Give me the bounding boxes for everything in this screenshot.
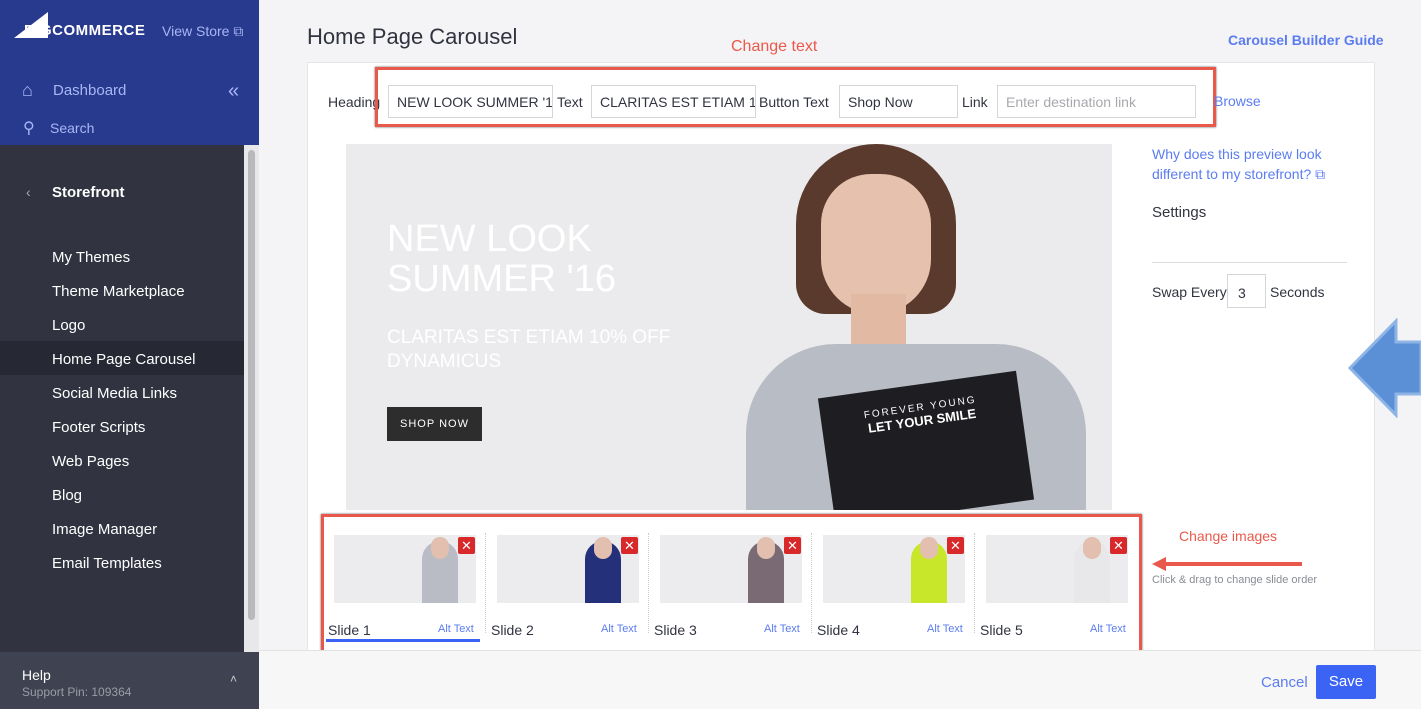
link-label: Link: [962, 94, 988, 110]
preview-difference-link[interactable]: Why does this preview look different to …: [1152, 144, 1342, 184]
alt-text-link[interactable]: Alt Text: [601, 623, 637, 635]
alt-text-link[interactable]: Alt Text: [764, 623, 800, 635]
slide-3[interactable]: ✕ Slide 3 Alt Text: [652, 523, 812, 645]
help-label: Help: [22, 667, 51, 683]
thumbnail-face: [431, 537, 449, 559]
settings-heading: Settings: [1152, 204, 1207, 221]
slide-title: Slide 1: [328, 622, 371, 638]
slide-divider: [648, 533, 649, 633]
save-button[interactable]: Save: [1316, 665, 1376, 699]
chevron-up-icon[interactable]: ˄: [230, 672, 237, 686]
sidebar-item-logo[interactable]: Logo: [52, 317, 85, 334]
thumbnail-face: [594, 537, 612, 559]
arrow-left-annotation-icon: [1348, 318, 1421, 418]
search-link[interactable]: Search: [50, 120, 94, 136]
swap-every-label: Swap Every: [1152, 284, 1227, 300]
search-icon: ⚲: [23, 120, 35, 137]
preview-shop-now-button: SHOP NOW: [387, 407, 482, 441]
view-store-label: View Store: [162, 23, 230, 39]
slide-1[interactable]: ✕ Slide 1 Alt Text: [326, 523, 486, 645]
change-text-annotation: Change text: [731, 38, 818, 55]
slide-thumbnail[interactable]: [823, 535, 965, 603]
slide-4[interactable]: ✕ Slide 4 Alt Text: [815, 523, 975, 645]
model-face: [821, 174, 931, 314]
external-link-icon: ⧉: [233, 23, 244, 39]
swap-seconds-input[interactable]: 3: [1227, 274, 1266, 308]
thumbnail-face: [1083, 537, 1101, 559]
cancel-button[interactable]: Cancel: [1261, 674, 1308, 691]
seconds-label: Seconds: [1270, 284, 1325, 300]
dashboard-link[interactable]: Dashboard: [53, 82, 126, 99]
remove-slide-icon[interactable]: ✕: [784, 537, 801, 554]
storefront-section[interactable]: Storefront: [52, 184, 125, 201]
thumbnail-face: [757, 537, 775, 559]
preview-text: CLARITAS EST ETIAM 10% OFF DYNAMICUS: [387, 327, 671, 372]
carousel-preview: NEW LOOK SUMMER '16 CLARITAS EST ETIAM 1…: [346, 144, 1112, 510]
slide-divider: [811, 533, 812, 633]
active-slide-indicator: [326, 639, 480, 642]
heading-label: Heading: [328, 94, 381, 110]
slide-2[interactable]: ✕ Slide 2 Alt Text: [489, 523, 649, 645]
button-text-label: Button Text: [759, 94, 829, 110]
slide-title: Slide 2: [491, 622, 534, 638]
sidebar-item-email-templates[interactable]: Email Templates: [52, 555, 162, 572]
thumbnail-face: [920, 537, 938, 559]
preview-difference-text: Why does this preview look different to …: [1152, 146, 1322, 182]
sidebar-scrollbar-thumb[interactable]: [248, 150, 255, 620]
change-images-annotation: Change images: [1179, 528, 1278, 544]
settings-divider: [1152, 262, 1347, 263]
alt-text-link[interactable]: Alt Text: [1090, 623, 1126, 635]
sidebar-item-social-media-links[interactable]: Social Media Links: [52, 385, 177, 402]
text-label: Text: [557, 94, 583, 110]
slide-title: Slide 3: [654, 622, 697, 638]
sidebar-item-footer-scripts[interactable]: Footer Scripts: [52, 419, 145, 436]
page-title: Home Page Carousel: [307, 24, 518, 49]
sidebar-item-my-themes[interactable]: My Themes: [52, 249, 130, 266]
drag-hint: Click & drag to change slide order: [1152, 574, 1318, 586]
slide-thumbnail[interactable]: [497, 535, 639, 603]
carousel-builder-guide-link[interactable]: Carousel Builder Guide: [1228, 32, 1384, 48]
sidebar-item-theme-marketplace[interactable]: Theme Marketplace: [52, 283, 185, 300]
home-icon: ⌂: [22, 80, 33, 100]
heading-input[interactable]: NEW LOOK SUMMER '16: [388, 85, 553, 118]
slide-divider: [974, 533, 975, 633]
help-panel[interactable]: Help Support Pin: 109364 ˄: [0, 652, 259, 709]
remove-slide-icon[interactable]: ✕: [621, 537, 638, 554]
chevron-left-icon[interactable]: ‹: [26, 184, 31, 200]
alt-text-link[interactable]: Alt Text: [438, 623, 474, 635]
sidebar-item-image-manager[interactable]: Image Manager: [52, 521, 157, 538]
slide-title: Slide 5: [980, 622, 1023, 638]
text-input[interactable]: CLARITAS EST ETIAM 10% OFF: [591, 85, 756, 118]
view-store-link[interactable]: View Store ⧉: [162, 23, 243, 40]
preview-heading: NEW LOOK SUMMER '16: [387, 218, 616, 300]
remove-slide-icon[interactable]: ✕: [458, 537, 475, 554]
support-pin: Support Pin: 109364: [22, 685, 132, 699]
alt-text-link[interactable]: Alt Text: [927, 623, 963, 635]
sidebar-item-web-pages[interactable]: Web Pages: [52, 453, 129, 470]
sidebar-item-blog[interactable]: Blog: [52, 487, 82, 504]
remove-slide-icon[interactable]: ✕: [1110, 537, 1127, 554]
button-text-input[interactable]: Shop Now: [839, 85, 958, 118]
slide-thumbnail[interactable]: [986, 535, 1128, 603]
remove-slide-icon[interactable]: ✕: [947, 537, 964, 554]
external-window-icon: ⧉: [1315, 166, 1326, 182]
collapse-sidebar-icon[interactable]: «: [228, 80, 239, 103]
link-input[interactable]: Enter destination link: [997, 85, 1196, 118]
slide-5[interactable]: ✕ Slide 5 Alt Text: [978, 523, 1138, 645]
brand-logo[interactable]: BIGCOMMERCE: [24, 22, 145, 39]
browse-link[interactable]: Browse: [1214, 93, 1261, 109]
slide-thumbnail[interactable]: [660, 535, 802, 603]
arrow-annotation-icon: [1152, 557, 1302, 571]
slide-divider: [485, 533, 486, 633]
footer-bar: [259, 650, 1421, 709]
sidebar-item-home-page-carousel[interactable]: Home Page Carousel: [52, 351, 195, 368]
slide-thumbnail[interactable]: [334, 535, 476, 603]
slide-title: Slide 4: [817, 622, 860, 638]
